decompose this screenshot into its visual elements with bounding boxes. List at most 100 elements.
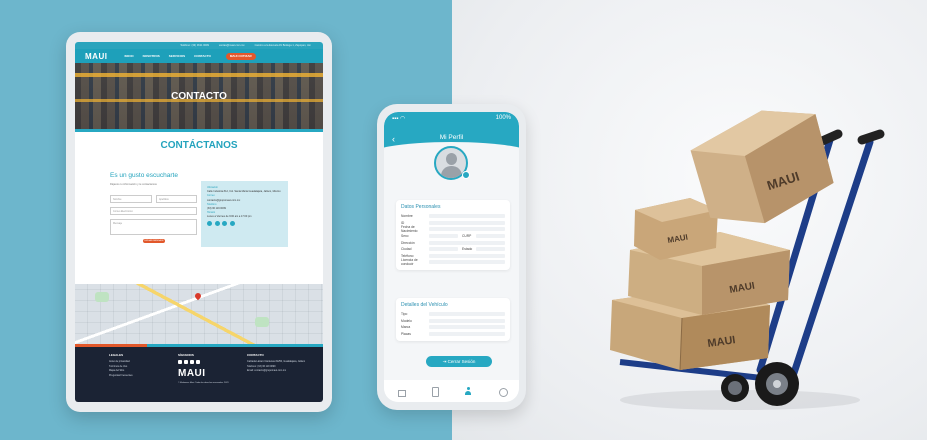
field-value[interactable] (429, 253, 505, 258)
footer-legales-title: LEGALES (109, 353, 124, 357)
contact-section-title: CONTÁCTANOS (160, 140, 238, 151)
camera-icon[interactable] (462, 171, 470, 179)
form-heading: Es un gusto escucharte (110, 172, 178, 179)
footer-contacto-title: CONTACTO (247, 353, 264, 357)
curp-label: CURP (462, 234, 472, 239)
footer-link[interactable]: Aviso de privacidad (109, 360, 133, 363)
field-label: Marca (401, 325, 411, 330)
field-label: Teléfono (401, 253, 414, 258)
field-row: Ciudad Estado (401, 246, 505, 253)
info-address-label: Ubicación (207, 186, 218, 189)
field-label: Modelo (401, 318, 412, 323)
facebook-icon[interactable] (178, 360, 182, 364)
website-topbar: Teléfono: (33) 3611 0099 ventas@maui.com… (75, 42, 323, 49)
name-input[interactable]: Nombre (110, 195, 152, 203)
info-email[interactable]: contacto@grupomaui.com.mx (207, 199, 282, 202)
state-label: Estado (462, 247, 473, 252)
vehicle-details-title: Detalles del Vehículo (401, 302, 448, 308)
info-phone[interactable]: (33) 36 119 0099 (207, 207, 282, 210)
field-value[interactable] (429, 240, 505, 245)
maui-logo[interactable]: MAUI (85, 52, 107, 61)
field-value[interactable] (429, 247, 458, 252)
info-email-label: Correo (207, 194, 215, 198)
footer-col-siguenos: SÍGUENOS MAUI © Mudanzas Maui. Todos los… (178, 353, 240, 386)
email-input[interactable]: Correo Electrónico (110, 207, 197, 215)
instagram-icon[interactable] (190, 360, 194, 364)
form-subtitle: Déjanos tu información y te contactamos (110, 183, 157, 186)
curp-value[interactable] (476, 234, 505, 239)
footer-siguenos-title: SÍGUENOS (178, 353, 194, 357)
footer-contact-line: Teléfono: (33) 36 119 0099 (247, 364, 276, 368)
hero-accent-band (75, 129, 323, 132)
state-value[interactable] (476, 247, 505, 252)
send-message-button[interactable]: ENVIAR MENSAJE (143, 239, 165, 243)
topbar-email: ventas@maui.com.mx (218, 44, 245, 47)
message-textarea[interactable]: Mensaje (110, 219, 197, 235)
instagram-icon[interactable] (222, 221, 227, 227)
field-value[interactable] (429, 325, 505, 330)
home-icon[interactable] (397, 387, 406, 397)
field-label: Nombre (401, 214, 413, 219)
field-row: Licencia de conducir (401, 258, 505, 267)
footer-col-contacto: CONTACTO Calzada Lázaro Cárdenas #1250, … (247, 353, 309, 374)
logout-label: Cerrar Sesión (447, 359, 476, 364)
field-label: Licencia de conducir (401, 258, 418, 267)
tablet-screen: Teléfono: (33) 3611 0099 ventas@maui.com… (75, 42, 323, 402)
linkedin-icon[interactable] (229, 221, 235, 227)
nav-cta-button[interactable]: MAUI COTIZAR (225, 52, 256, 60)
website-navbar: MAUI INICIO NOSOTROS SERVICIOS CONTACTO … (75, 49, 323, 63)
field-value[interactable] (429, 227, 505, 232)
nav-link-inicio[interactable]: INICIO (124, 54, 133, 58)
field-row: Sexo CURP (401, 233, 505, 240)
field-value[interactable] (429, 214, 505, 219)
user-icon[interactable] (464, 387, 472, 395)
field-value[interactable] (429, 234, 458, 239)
footer-copyright: © Mudanzas Maui. Todos los derechos rese… (178, 382, 229, 384)
footer-contact-line: Email: contacto@grupomaui.com.mx (247, 369, 287, 373)
logout-button[interactable]: ⇥ Cerrar Sesión (426, 356, 492, 367)
map-park (255, 317, 269, 327)
personal-data-title: Datos Personales (401, 204, 441, 210)
info-hours-label: Horario (207, 211, 216, 215)
signal-wifi-icon: ▪▪▪ ◠ (392, 116, 406, 122)
facebook-icon[interactable] (207, 221, 212, 227)
field-value[interactable] (429, 332, 505, 337)
field-row: Fecha de Nacimiento (401, 225, 505, 233)
tablet-mockup: Teléfono: (33) 3611 0099 ventas@maui.com… (66, 32, 332, 412)
phone-screen: ▪▪▪ ◠ 100% ‹ Mi Perfil Datos Personales … (384, 112, 519, 402)
footer-link[interactable]: Términos de Uso (109, 365, 133, 368)
footer-maui-logo: MAUI (178, 368, 206, 379)
field-row: Marca (401, 324, 505, 331)
field-row: Dirección (401, 239, 505, 246)
twitter-icon[interactable] (214, 221, 220, 227)
clock-icon[interactable] (498, 387, 508, 397)
status-bar: ▪▪▪ ◠ 100% (384, 112, 519, 122)
field-value[interactable] (429, 220, 505, 225)
field-value[interactable] (429, 260, 505, 265)
last-name-input[interactable]: Apellidos (156, 195, 197, 203)
vehicle-details-card: Detalles del Vehículo Tipo Modelo Marca … (396, 298, 510, 342)
field-value[interactable] (429, 312, 505, 317)
field-row: Modelo (401, 318, 505, 325)
nav-link-nosotros[interactable]: NOSOTROS (143, 54, 160, 58)
linkedin-icon[interactable] (196, 360, 200, 364)
nav-link-contacto[interactable]: CONTACTO (194, 54, 211, 58)
field-row: Placas (401, 331, 505, 338)
bottom-tab-bar (384, 380, 519, 402)
field-label: Sexo (401, 234, 409, 239)
info-hours: Lunes a Viernes de 9:00 am a 17:00 pm (207, 215, 252, 219)
document-icon[interactable] (431, 387, 440, 397)
phone-mockup: ▪▪▪ ◠ 100% ‹ Mi Perfil Datos Personales … (377, 104, 526, 410)
footer-link[interactable]: Mapa del Sitio (109, 369, 133, 372)
twitter-icon[interactable] (184, 360, 188, 364)
nav-link-servicios[interactable]: SERVICIOS (169, 54, 185, 58)
info-social-icons (207, 221, 282, 227)
info-phone-label: Teléfono (207, 202, 217, 206)
footer-link[interactable]: Preguntas Frecuentes (109, 374, 133, 377)
battery-level: 100% (495, 115, 511, 121)
field-label: Dirección (401, 240, 415, 245)
back-arrow-icon[interactable]: ‹ (392, 134, 395, 144)
personal-data-card: Datos Personales Nombre ID Fecha de Naci… (396, 200, 510, 270)
field-value[interactable] (429, 318, 505, 323)
field-row: Tipo (401, 311, 505, 318)
